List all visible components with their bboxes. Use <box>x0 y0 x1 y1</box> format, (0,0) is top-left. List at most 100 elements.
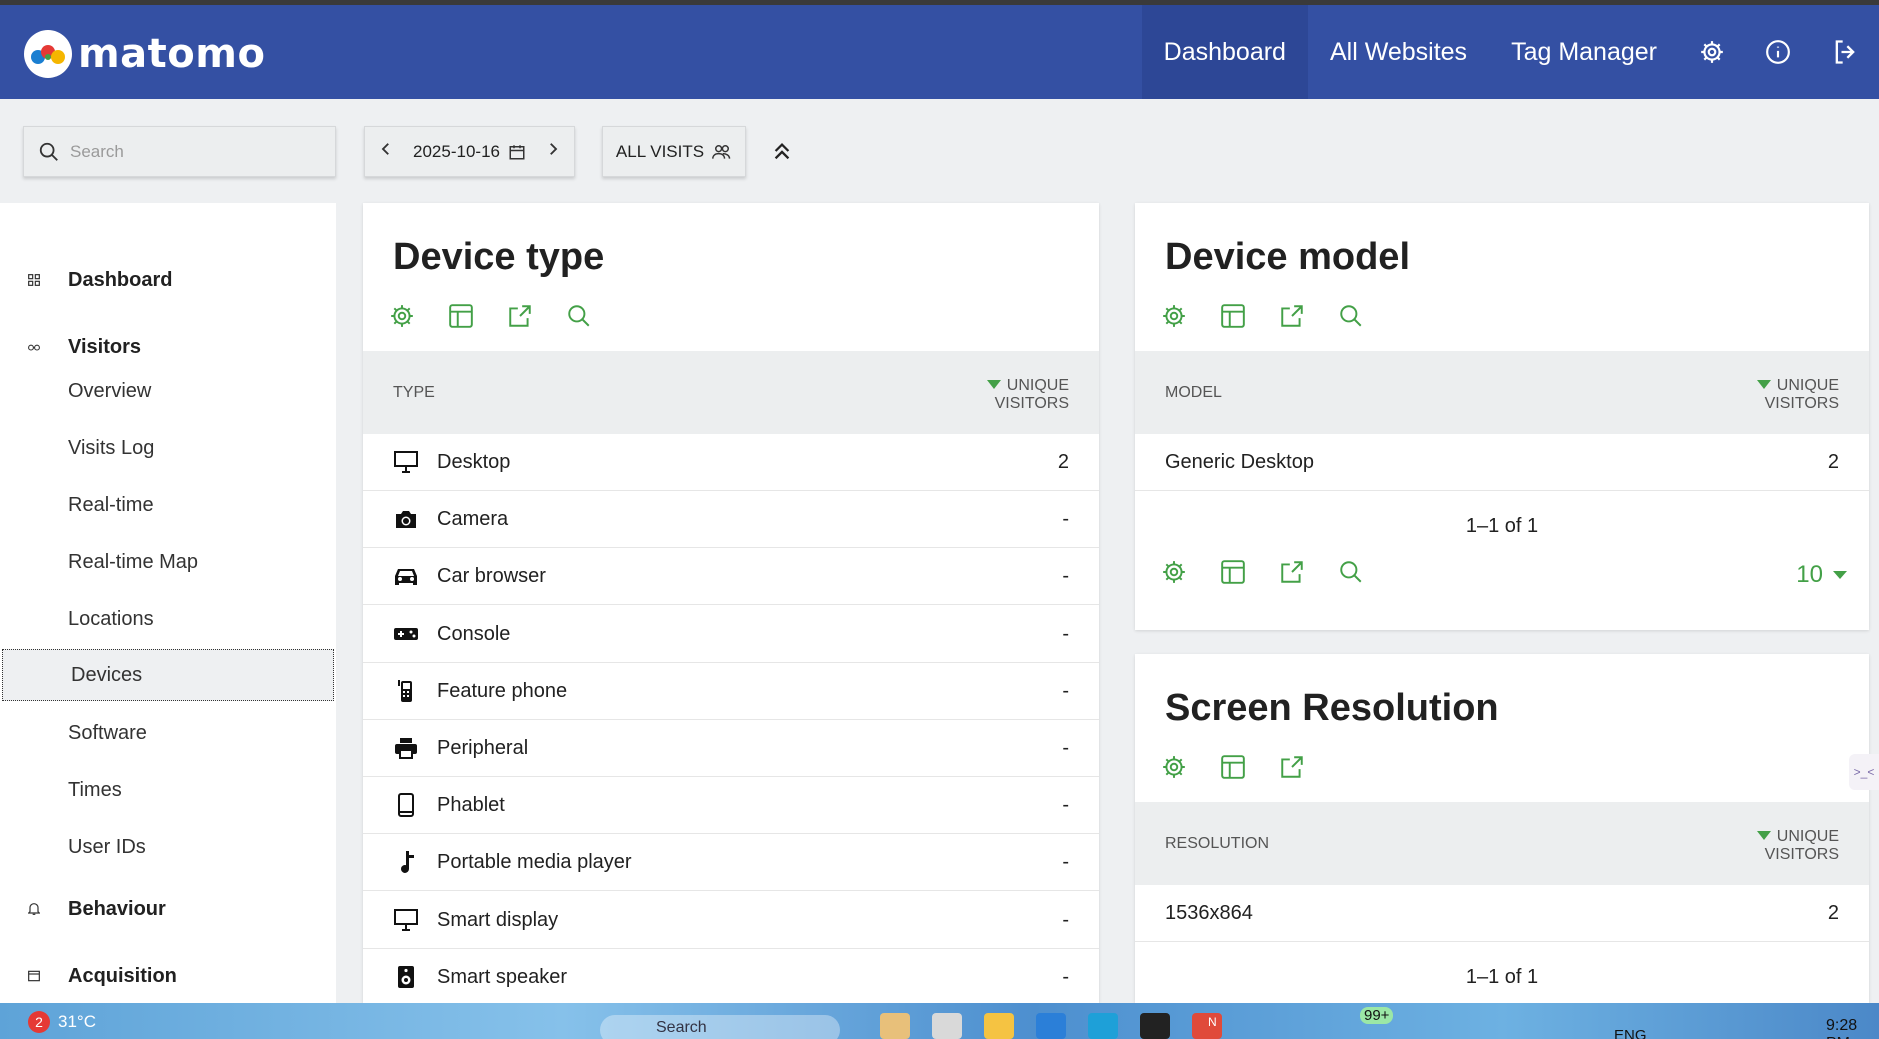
gear-icon[interactable] <box>1679 5 1745 99</box>
column-header-type[interactable]: TYPE <box>393 384 435 402</box>
sidebar-item-user-ids[interactable]: User IDs <box>0 821 336 873</box>
nav-all-websites[interactable]: All Websites <box>1308 5 1489 99</box>
search-icon[interactable] <box>566 301 625 331</box>
table-row[interactable]: Feature phone - <box>363 663 1099 720</box>
row-limit-selector[interactable]: 10 <box>1796 561 1847 589</box>
desktop-icon <box>393 449 419 475</box>
users-icon <box>712 144 731 159</box>
row-label: Desktop <box>437 450 511 473</box>
row-value: 2 <box>1057 450 1069 473</box>
menu-category-acquisition[interactable]: Acquisition <box>0 956 336 996</box>
widget-toolbar <box>1161 752 1338 782</box>
column-header-line1: UNIQUE <box>1776 377 1839 394</box>
clock[interactable]: 9:28 PM <box>1826 1017 1879 1039</box>
menu-category-visitors[interactable]: Visitors <box>0 327 336 367</box>
sort-desc-icon <box>986 380 1001 389</box>
sidebar-item-devices[interactable]: Devices <box>2 649 334 701</box>
table-view-icon[interactable] <box>1220 752 1279 782</box>
sidebar-item-locations[interactable]: Locations <box>0 593 336 645</box>
table-view-icon[interactable] <box>1220 557 1279 587</box>
column-header-line1: UNIQUE <box>1776 828 1839 845</box>
language-indicator[interactable]: ENG <box>1614 1027 1647 1039</box>
collapse-toolbar-icon[interactable] <box>768 134 796 168</box>
table-header: RESOLUTION UNIQUE VISITORS <box>1135 802 1869 885</box>
column-header-line2: VISITORS <box>1764 395 1839 412</box>
table-view-icon[interactable] <box>448 301 507 331</box>
weather-widget[interactable]: 2 31°C <box>28 1011 96 1033</box>
table-row[interactable]: Smart speaker - <box>363 949 1099 1003</box>
widget-title: Device type <box>393 236 605 278</box>
settings-gear-icon[interactable] <box>389 301 448 331</box>
logout-icon[interactable] <box>1811 5 1879 99</box>
settings-gear-icon[interactable] <box>1161 557 1220 587</box>
info-icon[interactable] <box>1745 5 1811 99</box>
export-icon[interactable] <box>507 301 566 331</box>
column-header-line2: VISITORS <box>1764 846 1839 863</box>
table-row[interactable]: Desktop 2 <box>363 434 1099 491</box>
table-row[interactable]: Console - <box>363 606 1099 663</box>
segment-selector[interactable]: ALL VISITS <box>602 126 746 177</box>
vscode-icon[interactable] <box>1036 1013 1066 1039</box>
row-label: Portable media player <box>437 850 632 873</box>
app-icon[interactable] <box>932 1013 962 1039</box>
search-icon[interactable] <box>1338 557 1397 587</box>
widget-footer-toolbar <box>1161 557 1397 587</box>
table-row[interactable]: Camera - <box>363 491 1099 548</box>
column-header-unique-visitors[interactable]: UNIQUE VISITORS <box>986 377 1069 413</box>
monitor-icon <box>393 907 419 933</box>
sidebar-item-real-time[interactable]: Real-time <box>0 479 336 531</box>
table-row[interactable]: 1536x864 2 <box>1135 885 1869 942</box>
sidebar-item-software[interactable]: Software <box>0 707 336 759</box>
sidebar-item-times[interactable]: Times <box>0 764 336 816</box>
column-header-resolution[interactable]: RESOLUTION <box>1165 835 1269 853</box>
sidebar-item-visits-log[interactable]: Visits Log <box>0 422 336 474</box>
export-icon[interactable] <box>1279 752 1338 782</box>
logo-mark-icon <box>24 30 72 78</box>
settings-gear-icon[interactable] <box>1161 752 1220 782</box>
table-row[interactable]: Generic Desktop 2 <box>1135 434 1869 491</box>
folder-icon[interactable] <box>984 1013 1014 1039</box>
row-value: - <box>1062 679 1069 702</box>
chevron-down-icon <box>1833 571 1847 579</box>
app-icon[interactable] <box>1140 1013 1170 1039</box>
matomo-logo[interactable]: matomo <box>24 30 265 78</box>
extension-side-tab[interactable]: >_< <box>1849 754 1879 790</box>
car-icon <box>393 563 419 589</box>
chevron-left-icon[interactable] <box>377 140 395 163</box>
menu-category-dashboard[interactable]: Dashboard <box>0 260 336 300</box>
table-row[interactable]: Portable media player - <box>363 834 1099 891</box>
settings-gear-icon[interactable] <box>1161 301 1220 331</box>
edge-icon[interactable] <box>1088 1013 1118 1039</box>
phablet-icon <box>393 792 419 818</box>
date-picker-button[interactable]: 2025-10-16 <box>413 142 526 162</box>
table-row[interactable]: Smart display - <box>363 892 1099 949</box>
chrome-icon[interactable]: N <box>1192 1013 1222 1039</box>
menu-category-behaviour[interactable]: Behaviour <box>0 889 336 929</box>
search-input[interactable] <box>70 141 310 162</box>
glasses-icon <box>0 341 40 353</box>
sidebar-item-real-time-map[interactable]: Real-time Map <box>0 536 336 588</box>
nav-tag-manager[interactable]: Tag Manager <box>1489 5 1679 99</box>
row-value: - <box>1062 793 1069 816</box>
widget-toolbar <box>389 301 625 331</box>
taskbar-search[interactable]: Search <box>600 1015 840 1039</box>
segment-label: ALL VISITS <box>615 141 705 161</box>
sidebar-item-overview[interactable]: Overview <box>0 365 336 417</box>
table-row[interactable]: Peripheral - <box>363 720 1099 777</box>
row-value: - <box>1062 908 1069 931</box>
export-icon[interactable] <box>1279 557 1338 587</box>
table-view-icon[interactable] <box>1220 301 1279 331</box>
table-row[interactable]: Phablet - <box>363 777 1099 834</box>
search-icon[interactable] <box>1338 301 1397 331</box>
column-header-unique-visitors[interactable]: UNIQUE VISITORS <box>1756 828 1839 864</box>
column-header-line1: UNIQUE <box>1006 377 1069 394</box>
nav-dashboard[interactable]: Dashboard <box>1141 5 1308 99</box>
export-icon[interactable] <box>1279 301 1338 331</box>
chevron-right-icon[interactable] <box>544 140 562 163</box>
column-header-model[interactable]: MODEL <box>1165 384 1222 402</box>
app-icon[interactable] <box>880 1013 910 1039</box>
menu-category-label: Acquisition <box>68 964 177 987</box>
column-header-unique-visitors[interactable]: UNIQUE VISITORS <box>1756 377 1839 413</box>
table-row[interactable]: Car browser - <box>363 548 1099 605</box>
reporting-menu: Dashboard Visitors Overview Visits Log R… <box>0 203 336 1003</box>
